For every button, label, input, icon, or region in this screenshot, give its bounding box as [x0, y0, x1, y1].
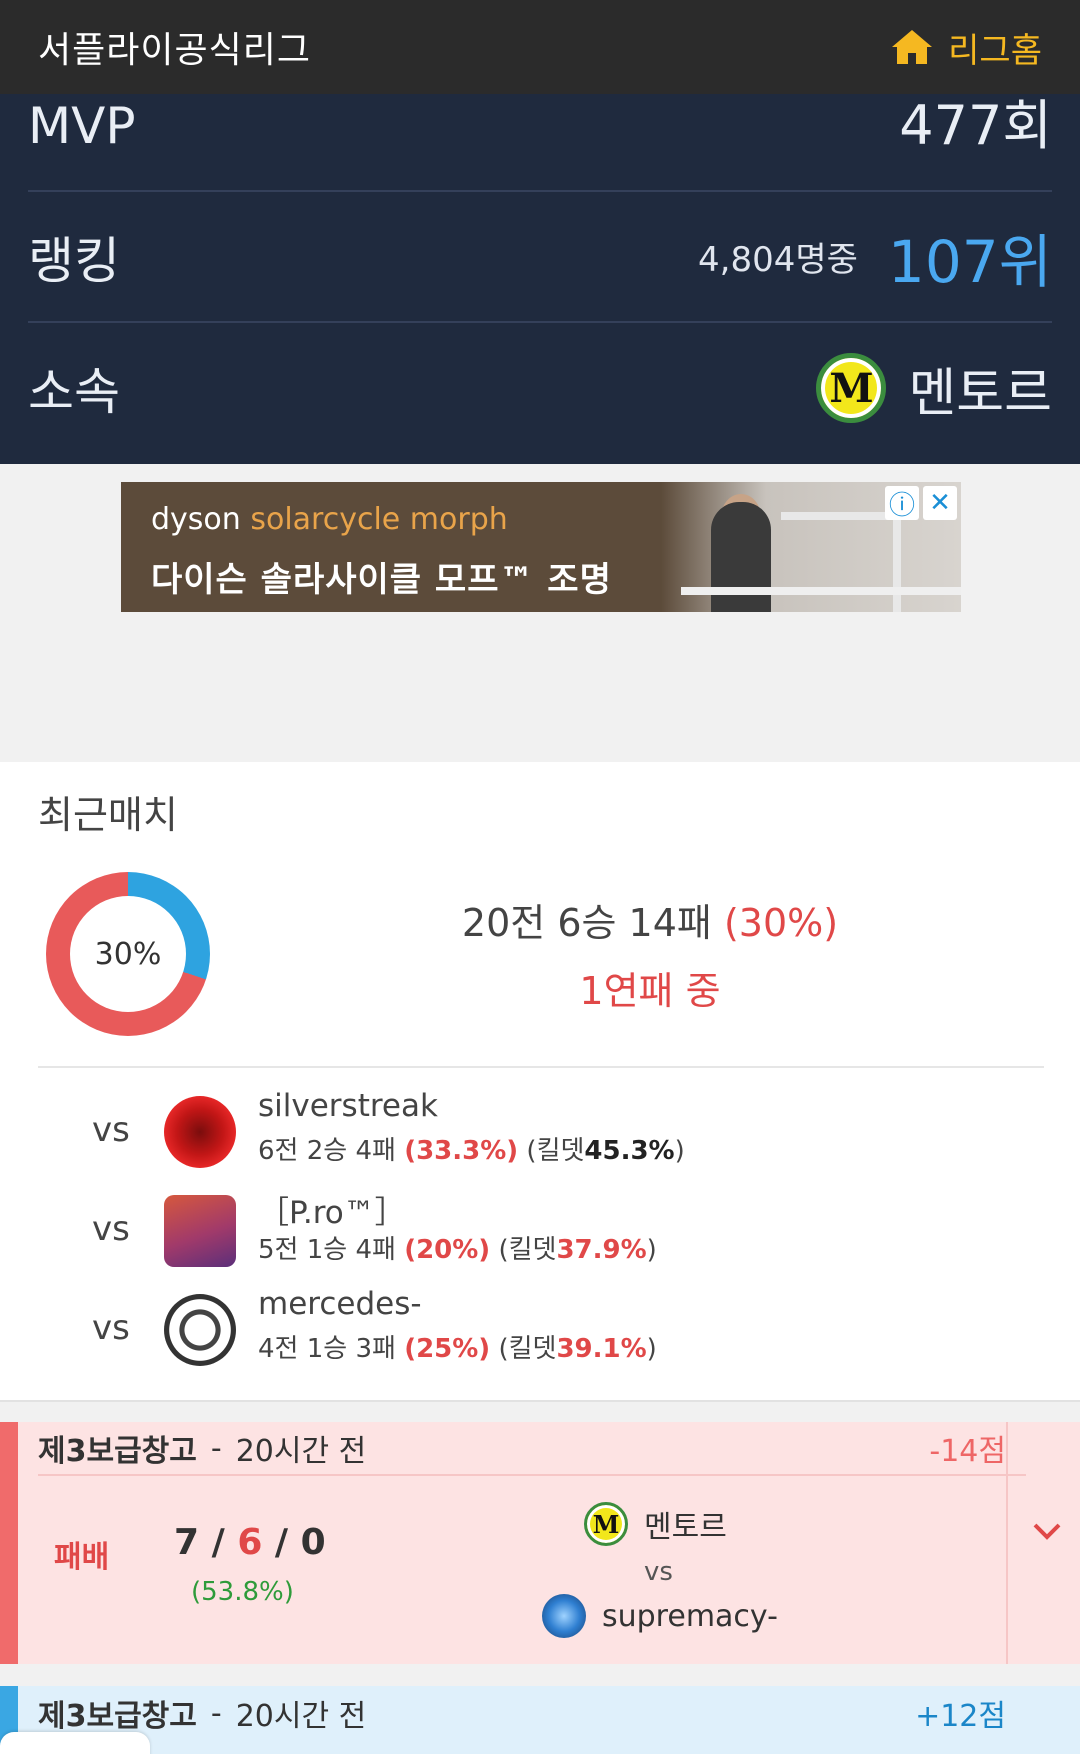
mvp-value: 477회	[899, 94, 1052, 157]
match-card-win[interactable]: 제3보급창고 - 20시간 전 +12점	[0, 1686, 1080, 1754]
ranking-row: 랭킹 4,804명중 107위	[28, 192, 1052, 323]
opponent-record: 4전 1승 3패 (25%) (킬뎃39.1%)	[258, 1334, 657, 1364]
match-card-loss[interactable]: 제3보급창고 - 20시간 전 -14점 패배 7 / 6 / 0 (53.8%…	[0, 1422, 1080, 1664]
home-icon	[892, 30, 933, 64]
kill-participation: (53.8%)	[191, 1577, 294, 1607]
match-time: 20시간 전	[235, 1434, 367, 1469]
match-record: 20전 6승 14패 (30%)	[461, 901, 839, 945]
ad-brand: dyson solarcycle morph	[151, 502, 508, 537]
opponent-row[interactable]: vs silverstreak 6전 2승 4패 (33.3%) (킬뎃45.3…	[0, 1080, 1080, 1178]
team-a-name: 멘토르	[644, 1510, 727, 1545]
match-map: 제3보급창고	[38, 1699, 197, 1734]
match-points: -14점	[929, 1434, 1006, 1469]
team-b-name: supremacy-	[602, 1598, 778, 1634]
clan-logo-icon: M	[584, 1502, 628, 1546]
winrate-donut-label: 30%	[70, 896, 186, 1012]
opponent-name[interactable]: mercedes-	[258, 1286, 422, 1322]
team-a: M 멘토르	[584, 1502, 727, 1546]
match-header: 제3보급창고 - 20시간 전 +12점	[38, 1686, 1026, 1740]
team-b: supremacy-	[542, 1594, 778, 1638]
mvp-label: MVP	[28, 97, 136, 155]
opponent-row[interactable]: vs ［P.ro™］ 5전 1승 4패 (20%) (킬뎃37.9%)	[0, 1179, 1080, 1277]
match-time: 20시간 전	[235, 1699, 367, 1734]
match-result: 패배	[54, 1540, 110, 1575]
opponent-crest-icon	[542, 1594, 586, 1638]
league-home-link[interactable]: 리그홈	[890, 23, 1042, 72]
clan-logo-icon: M	[816, 353, 887, 423]
league-home-label: 리그홈	[948, 30, 1042, 71]
recent-matches-title: 최근매치	[38, 793, 178, 837]
streak-status: 1연패 중	[579, 969, 721, 1013]
record-percentage: (30%)	[723, 901, 839, 945]
match-map: 제3보급창고	[38, 1434, 197, 1469]
affiliation-label: 소속	[28, 363, 120, 421]
ranking-total: 4,804명중	[698, 240, 858, 280]
ad-banner[interactable]: dyson solarcycle morph 다이슨 솔라사이클 모프™ 조명 …	[121, 482, 961, 612]
bottom-sheet-handle[interactable]	[0, 1732, 150, 1754]
opponent-crest-icon	[164, 1096, 236, 1168]
kda: 7 / 6 / 0	[174, 1522, 326, 1563]
opponent-crest-icon	[164, 1195, 236, 1267]
opponent-name[interactable]: silverstreak	[258, 1088, 438, 1124]
ranking-label: 랭킹	[28, 231, 120, 290]
affiliation-row[interactable]: 소속 M 멘토르	[28, 323, 1052, 453]
opponent-crest-icon	[164, 1294, 236, 1366]
top-bar: 서플라이공식리그 리그홈	[0, 0, 1080, 94]
close-icon[interactable]: ✕	[923, 486, 957, 520]
player-stats-panel: MVP 477회 랭킹 4,804명중 107위 소속 M 멘토르	[0, 94, 1080, 464]
chevron-down-icon[interactable]	[1030, 1514, 1064, 1548]
opponent-row[interactable]: vs mercedes- 4전 1승 3패 (25%) (킬뎃39.1%)	[0, 1278, 1080, 1376]
ad-headline: 다이슨 솔라사이클 모프™ 조명	[151, 560, 612, 600]
clan-name[interactable]: 멘토르	[908, 351, 1052, 426]
info-icon[interactable]: ⓘ	[885, 486, 919, 521]
opponent-name[interactable]: ［P.ro™］	[258, 1187, 406, 1232]
divider	[38, 1066, 1044, 1068]
league-title: 서플라이공식리그	[38, 30, 311, 71]
match-header: 제3보급창고 - 20시간 전 -14점	[38, 1422, 1026, 1476]
match-points: +12점	[915, 1699, 1006, 1734]
recent-matches-card: 최근매치 30% 20전 6승 14패 (30%) 1연패 중 vs silve…	[0, 762, 1080, 1402]
mvp-row: MVP 477회	[28, 94, 1052, 192]
opponent-record: 5전 1승 4패 (20%) (킬뎃37.9%)	[258, 1235, 657, 1265]
opponent-record: 6전 2승 4패 (33.3%) (킬뎃45.3%)	[258, 1136, 685, 1166]
ranking-value: 107위	[887, 227, 1052, 296]
